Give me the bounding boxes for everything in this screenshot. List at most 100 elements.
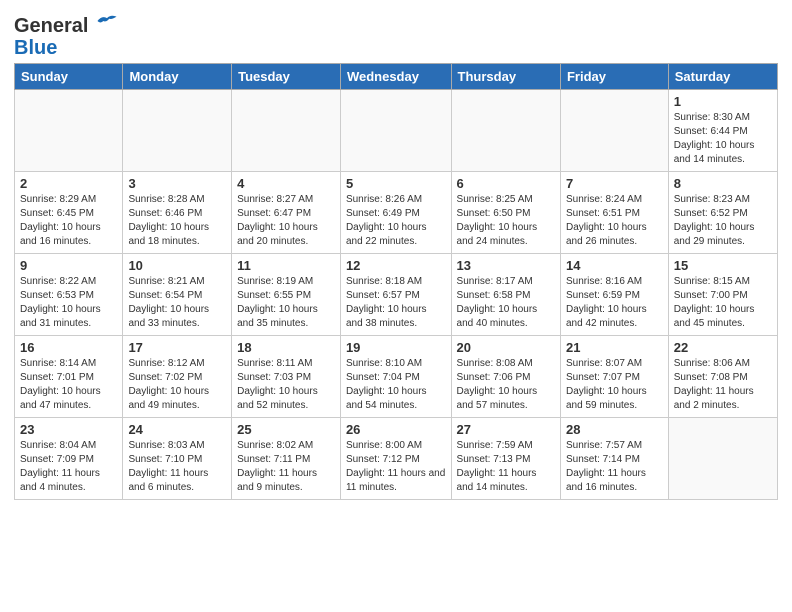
calendar-cell: 24 Sunrise: 8:03 AM Sunset: 7:10 PM Dayli… xyxy=(123,418,232,500)
day-number: 1 xyxy=(674,94,772,109)
weekday-sunday: Sunday xyxy=(15,64,123,90)
day-info: Sunrise: 8:12 AM Sunset: 7:02 PM Dayligh… xyxy=(128,357,226,413)
calendar-cell: 16Sunrise: 8:14 AM Sunset: 7:01 PM Dayli… xyxy=(15,336,123,418)
week-row-2: 9Sunrise: 8:22 AM Sunset: 6:53 PM Daylig… xyxy=(15,254,778,336)
day-number: 9 xyxy=(20,258,117,273)
day-number: 3 xyxy=(128,176,226,191)
day-number: 23 xyxy=(20,422,117,437)
calendar-cell xyxy=(451,90,560,172)
day-info: Sunrise: 8:07 AM Sunset: 7:07 PM Dayligh… xyxy=(566,357,663,413)
day-number: 28 xyxy=(566,422,663,437)
calendar-cell: 10 Sunrise: 8:21 AM Sunset: 6:54 PM Dayli… xyxy=(123,254,232,336)
day-info: Sunrise: 8:03 AM Sunset: 7:10 PM Dayligh… xyxy=(128,439,226,495)
day-info: Sunrise: 8:28 AM Sunset: 6:46 PM Dayligh… xyxy=(128,193,226,249)
weekday-monday: Monday xyxy=(123,64,232,90)
week-row-0: 1 Sunrise: 8:30 AM Sunset: 6:44 PM Daylig… xyxy=(15,90,778,172)
main-container: General Blue SundayMondayTuesdayWednesda… xyxy=(0,0,792,510)
calendar-cell: 4 Sunrise: 8:27 AM Sunset: 6:47 PM Daylig… xyxy=(232,172,341,254)
calendar-cell: 27 Sunrise: 7:59 AM Sunset: 7:13 PM Dayli… xyxy=(451,418,560,500)
day-number: 10 xyxy=(128,258,226,273)
calendar-cell: 7 Sunrise: 8:24 AM Sunset: 6:51 PM Daylig… xyxy=(560,172,668,254)
day-info: Sunrise: 8:11 AM Sunset: 7:03 PM Dayligh… xyxy=(237,357,335,413)
day-number: 7 xyxy=(566,176,663,191)
calendar-cell: 12 Sunrise: 8:18 AM Sunset: 6:57 PM Dayli… xyxy=(340,254,451,336)
day-info: Sunrise: 7:59 AM Sunset: 7:13 PM Dayligh… xyxy=(457,439,555,495)
weekday-friday: Friday xyxy=(560,64,668,90)
day-number: 19 xyxy=(346,340,446,355)
day-info: Sunrise: 8:02 AM Sunset: 7:11 PM Dayligh… xyxy=(237,439,335,495)
day-number: 11 xyxy=(237,258,335,273)
calendar-cell: 3 Sunrise: 8:28 AM Sunset: 6:46 PM Daylig… xyxy=(123,172,232,254)
calendar-cell xyxy=(560,90,668,172)
day-info: Sunrise: 8:26 AM Sunset: 6:49 PM Dayligh… xyxy=(346,193,446,249)
day-number: 27 xyxy=(457,422,555,437)
calendar-cell xyxy=(668,418,777,500)
calendar-cell: 18 Sunrise: 8:11 AM Sunset: 7:03 PM Dayli… xyxy=(232,336,341,418)
day-info: Sunrise: 8:19 AM Sunset: 6:55 PM Dayligh… xyxy=(237,275,335,331)
calendar-cell: 13Sunrise: 8:17 AM Sunset: 6:58 PM Dayli… xyxy=(451,254,560,336)
calendar-cell xyxy=(340,90,451,172)
day-info: Sunrise: 8:30 AM Sunset: 6:44 PM Dayligh… xyxy=(674,111,772,167)
logo-blue: Blue xyxy=(14,37,118,59)
calendar-cell: 11 Sunrise: 8:19 AM Sunset: 6:55 PM Dayli… xyxy=(232,254,341,336)
day-number: 5 xyxy=(346,176,446,191)
weekday-wednesday: Wednesday xyxy=(340,64,451,90)
day-number: 18 xyxy=(237,340,335,355)
day-number: 24 xyxy=(128,422,226,437)
day-info: Sunrise: 7:57 AM Sunset: 7:14 PM Dayligh… xyxy=(566,439,663,495)
day-info: Sunrise: 8:00 AM Sunset: 7:12 PM Dayligh… xyxy=(346,439,446,495)
calendar-cell: 23 Sunrise: 8:04 AM Sunset: 7:09 PM Dayli… xyxy=(15,418,123,500)
calendar-cell: 20 Sunrise: 8:08 AM Sunset: 7:06 PM Dayli… xyxy=(451,336,560,418)
calendar-cell: 9Sunrise: 8:22 AM Sunset: 6:53 PM Daylig… xyxy=(15,254,123,336)
calendar-cell: 22Sunrise: 8:06 AM Sunset: 7:08 PM Dayli… xyxy=(668,336,777,418)
calendar-cell: 1 Sunrise: 8:30 AM Sunset: 6:44 PM Daylig… xyxy=(668,90,777,172)
calendar-cell: 21 Sunrise: 8:07 AM Sunset: 7:07 PM Dayli… xyxy=(560,336,668,418)
calendar-cell: 19 Sunrise: 8:10 AM Sunset: 7:04 PM Dayli… xyxy=(340,336,451,418)
day-number: 4 xyxy=(237,176,335,191)
day-number: 22 xyxy=(674,340,772,355)
calendar-cell: 6 Sunrise: 8:25 AM Sunset: 6:50 PM Daylig… xyxy=(451,172,560,254)
day-number: 16 xyxy=(20,340,117,355)
calendar-cell: 8Sunrise: 8:23 AM Sunset: 6:52 PM Daylig… xyxy=(668,172,777,254)
weekday-saturday: Saturday xyxy=(668,64,777,90)
week-row-3: 16Sunrise: 8:14 AM Sunset: 7:01 PM Dayli… xyxy=(15,336,778,418)
calendar-cell xyxy=(123,90,232,172)
calendar-cell xyxy=(232,90,341,172)
day-number: 12 xyxy=(346,258,446,273)
day-info: Sunrise: 8:21 AM Sunset: 6:54 PM Dayligh… xyxy=(128,275,226,331)
weekday-thursday: Thursday xyxy=(451,64,560,90)
day-number: 17 xyxy=(128,340,226,355)
weekday-header-row: SundayMondayTuesdayWednesdayThursdayFrid… xyxy=(15,64,778,90)
day-info: Sunrise: 8:16 AM Sunset: 6:59 PM Dayligh… xyxy=(566,275,663,331)
calendar-cell: 14 Sunrise: 8:16 AM Sunset: 6:59 PM Dayli… xyxy=(560,254,668,336)
calendar-cell: 15 Sunrise: 8:15 AM Sunset: 7:00 PM Dayli… xyxy=(668,254,777,336)
day-number: 14 xyxy=(566,258,663,273)
day-number: 25 xyxy=(237,422,335,437)
day-info: Sunrise: 8:18 AM Sunset: 6:57 PM Dayligh… xyxy=(346,275,446,331)
logo: General Blue xyxy=(14,10,118,59)
day-info: Sunrise: 8:24 AM Sunset: 6:51 PM Dayligh… xyxy=(566,193,663,249)
day-number: 2 xyxy=(20,176,117,191)
weekday-tuesday: Tuesday xyxy=(232,64,341,90)
week-row-1: 2Sunrise: 8:29 AM Sunset: 6:45 PM Daylig… xyxy=(15,172,778,254)
day-number: 8 xyxy=(674,176,772,191)
day-number: 15 xyxy=(674,258,772,273)
day-info: Sunrise: 8:08 AM Sunset: 7:06 PM Dayligh… xyxy=(457,357,555,413)
calendar-table: SundayMondayTuesdayWednesdayThursdayFrid… xyxy=(14,63,778,500)
day-number: 6 xyxy=(457,176,555,191)
week-row-4: 23 Sunrise: 8:04 AM Sunset: 7:09 PM Dayli… xyxy=(15,418,778,500)
calendar-cell: 25 Sunrise: 8:02 AM Sunset: 7:11 PM Dayli… xyxy=(232,418,341,500)
calendar-cell: 17 Sunrise: 8:12 AM Sunset: 7:02 PM Dayli… xyxy=(123,336,232,418)
calendar-cell xyxy=(15,90,123,172)
header: General Blue xyxy=(14,10,778,59)
day-info: Sunrise: 8:10 AM Sunset: 7:04 PM Dayligh… xyxy=(346,357,446,413)
day-info: Sunrise: 8:04 AM Sunset: 7:09 PM Dayligh… xyxy=(20,439,117,495)
logo-bird-icon xyxy=(96,10,118,32)
calendar-cell: 2Sunrise: 8:29 AM Sunset: 6:45 PM Daylig… xyxy=(15,172,123,254)
day-number: 21 xyxy=(566,340,663,355)
day-info: Sunrise: 8:27 AM Sunset: 6:47 PM Dayligh… xyxy=(237,193,335,249)
day-number: 20 xyxy=(457,340,555,355)
day-info: Sunrise: 8:15 AM Sunset: 7:00 PM Dayligh… xyxy=(674,275,772,331)
calendar-cell: 28 Sunrise: 7:57 AM Sunset: 7:14 PM Dayli… xyxy=(560,418,668,500)
day-info: Sunrise: 8:25 AM Sunset: 6:50 PM Dayligh… xyxy=(457,193,555,249)
